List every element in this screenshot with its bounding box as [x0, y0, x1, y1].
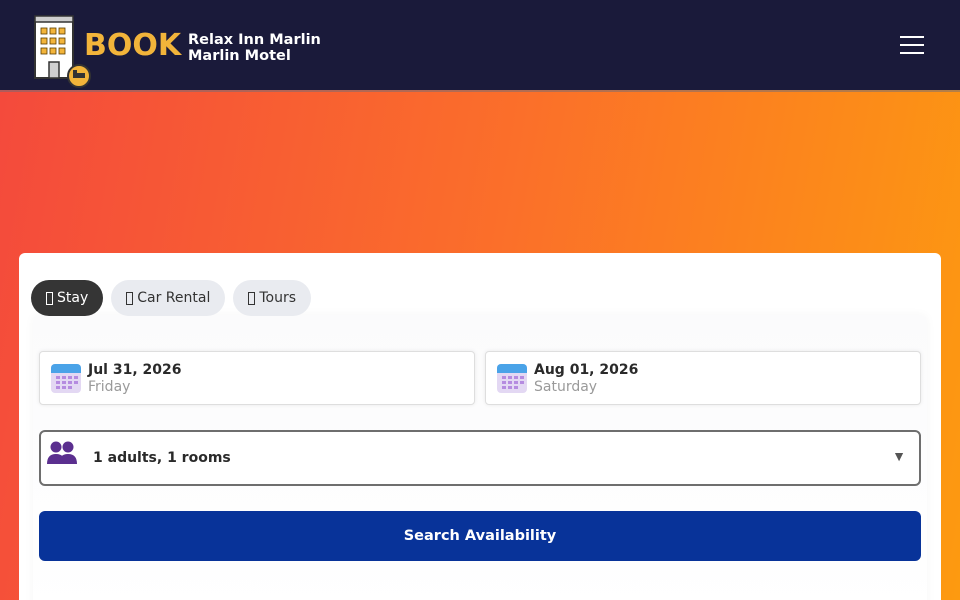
header-divider: [0, 90, 960, 92]
hamburger-menu-icon[interactable]: [900, 36, 924, 56]
tab-label: Tours: [259, 290, 297, 306]
chevron-down-icon: ▼: [892, 448, 906, 464]
checkin-date: Jul 31, 2026: [88, 362, 182, 378]
checkin-date-field[interactable]: Jul 31, 2026 Friday: [39, 351, 475, 405]
missing-glyph-icon: [126, 291, 134, 305]
calendar-icon: [51, 364, 81, 393]
people-icon: [47, 441, 77, 464]
tab-label: Car Rental: [137, 290, 211, 306]
hotel-name-line2: Marlin Motel: [188, 48, 291, 64]
guests-rooms-select[interactable]: 1 adults, 1 rooms ▼: [39, 430, 921, 486]
search-availability-button[interactable]: Search Availability: [39, 511, 921, 561]
tab-stay[interactable]: Stay: [31, 280, 104, 316]
tab-tours[interactable]: Tours: [233, 280, 312, 316]
hotel-name: Relax Inn Marlin Marlin Motel: [188, 32, 321, 64]
checkout-date-field[interactable]: Aug 01, 2026 Saturday: [485, 351, 921, 405]
checkin-day: Friday: [88, 379, 131, 395]
brand-name: BOOK: [84, 28, 182, 63]
tab-label: Stay: [57, 290, 89, 306]
checkout-date: Aug 01, 2026: [534, 362, 639, 378]
top-header: BOOK Relax Inn Marlin Marlin Motel: [0, 0, 960, 90]
missing-glyph-icon: [248, 291, 256, 305]
hotel-name-line1: Relax Inn Marlin: [188, 32, 321, 48]
calendar-icon: [497, 364, 527, 393]
checkout-day: Saturday: [534, 379, 598, 395]
missing-glyph-icon: [46, 291, 53, 305]
guests-summary: 1 adults, 1 rooms: [93, 450, 231, 466]
tab-car-rental[interactable]: Car Rental: [111, 280, 226, 316]
booking-tabs: Stay Car Rental Tours: [31, 280, 312, 316]
